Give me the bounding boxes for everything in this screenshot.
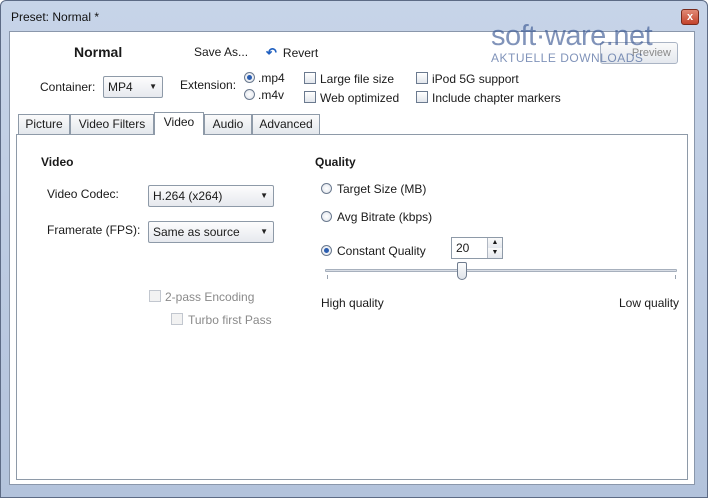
preset-window: Preset: Normal * x Normal Save As... ↶ Re… <box>0 0 708 498</box>
preview-button[interactable]: Preview <box>600 42 678 64</box>
avg-bitrate-label: Avg Bitrate (kbps) <box>337 210 433 224</box>
avg-bitrate-radio[interactable] <box>321 211 332 222</box>
video-tab-panel: Video Video Codec: H.264 (x264) ▼ Framer… <box>16 134 688 480</box>
web-optimized-checkbox[interactable] <box>304 91 316 103</box>
close-icon: x <box>686 11 694 23</box>
large-file-size-label: Large file size <box>320 72 395 86</box>
tab-video-filters[interactable]: Video Filters <box>70 114 154 134</box>
stepper-buttons: ▲ ▼ <box>487 238 502 258</box>
high-quality-label: High quality <box>321 296 384 310</box>
extension-mp4-radio[interactable] <box>244 72 255 83</box>
video-codec-select[interactable]: H.264 (x264) ▼ <box>148 185 274 207</box>
toolbar: Normal Save As... ↶ Revert Preview <box>10 32 694 68</box>
quality-section-title: Quality <box>315 155 356 169</box>
chevron-down-icon: ▼ <box>260 227 268 236</box>
video-codec-label: Video Codec: <box>47 187 119 201</box>
constant-quality-label: Constant Quality <box>337 244 426 258</box>
tab-advanced[interactable]: Advanced <box>252 114 320 134</box>
constant-quality-value: 20 <box>456 241 470 255</box>
container-value: MP4 <box>108 80 133 94</box>
revert-button[interactable]: ↶ Revert <box>266 45 318 61</box>
turbo-first-pass-label: Turbo first Pass <box>188 313 272 327</box>
client-area: Normal Save As... ↶ Revert Preview Contai… <box>9 31 695 485</box>
video-section-title: Video <box>41 155 74 169</box>
target-size-label: Target Size (MB) <box>337 182 427 196</box>
extension-m4v-radio[interactable] <box>244 89 255 100</box>
close-button[interactable]: x <box>681 9 699 25</box>
ipod-5g-checkbox[interactable] <box>416 72 428 84</box>
slider-tick <box>327 275 328 279</box>
video-codec-value: H.264 (x264) <box>153 189 223 203</box>
extension-label: Extension: <box>180 78 237 92</box>
revert-icon: ↶ <box>266 45 277 60</box>
preset-name: Normal <box>74 44 123 60</box>
framerate-label: Framerate (FPS): <box>47 223 141 237</box>
stepper-down-icon[interactable]: ▼ <box>488 248 502 258</box>
revert-label: Revert <box>282 46 319 60</box>
framerate-value: Same as source <box>153 225 240 239</box>
tab-picture[interactable]: Picture <box>18 114 70 134</box>
ipod-5g-label: iPod 5G support <box>432 72 519 86</box>
save-as-button[interactable]: Save As... <box>194 45 248 59</box>
tab-video[interactable]: Video <box>154 112 204 135</box>
container-label: Container: <box>40 80 96 94</box>
two-pass-label: 2-pass Encoding <box>165 290 255 304</box>
constant-quality-stepper[interactable]: 20 ▲ ▼ <box>451 237 503 259</box>
target-size-radio[interactable] <box>321 183 332 194</box>
extension-m4v-label: .m4v <box>258 88 285 102</box>
turbo-first-pass-checkbox[interactable] <box>171 313 183 325</box>
window-title: Preset: Normal * <box>11 10 100 24</box>
constant-quality-radio[interactable] <box>321 245 332 256</box>
chevron-down-icon: ▼ <box>149 82 157 91</box>
extension-mp4-label: .mp4 <box>258 71 285 85</box>
chevron-down-icon: ▼ <box>260 191 268 200</box>
quality-slider-track[interactable] <box>325 269 677 272</box>
framerate-select[interactable]: Same as source ▼ <box>148 221 274 243</box>
slider-tick <box>675 275 676 279</box>
low-quality-label: Low quality <box>619 296 680 310</box>
large-file-size-checkbox[interactable] <box>304 72 316 84</box>
title-bar[interactable]: Preset: Normal * x <box>1 1 707 31</box>
two-pass-checkbox[interactable] <box>149 290 161 302</box>
chapter-markers-label: Include chapter markers <box>432 91 561 105</box>
chapter-markers-checkbox[interactable] <box>416 91 428 103</box>
web-optimized-label: Web optimized <box>320 91 400 105</box>
quality-slider-thumb[interactable] <box>457 262 468 280</box>
tab-audio[interactable]: Audio <box>204 114 252 134</box>
container-select[interactable]: MP4 ▼ <box>103 76 163 98</box>
